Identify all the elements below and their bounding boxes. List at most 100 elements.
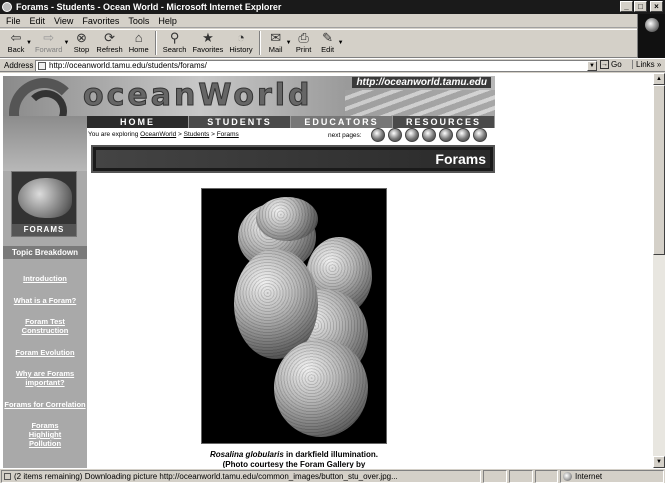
print-icon: ⎙	[298, 30, 309, 45]
topic-breakdown-heading: Topic Breakdown	[3, 246, 87, 259]
back-button[interactable]: ⇦ Back	[4, 30, 28, 57]
edit-button[interactable]: ✎ Edit	[316, 30, 340, 57]
status-progress-cell	[483, 470, 507, 483]
address-bar: Address http://oceanworld.tamu.edu/stude…	[0, 58, 665, 72]
foram-photo	[201, 188, 387, 444]
mail-button[interactable]: ✉ Mail	[264, 30, 288, 57]
stop-button[interactable]: ⊗ Stop	[69, 30, 93, 57]
history-icon: ◔	[237, 30, 245, 45]
go-arrow-icon: →	[600, 60, 609, 69]
header-url: http://oceanworld.tamu.edu	[352, 77, 491, 88]
foram-thumbnail-image	[18, 178, 72, 218]
sidebar-top-graphic	[3, 116, 87, 171]
menu-bar: File Edit View Favorites Tools Help	[0, 14, 665, 28]
scroll-thumb[interactable]	[653, 85, 665, 255]
browser-window: Forams - Students - Ocean World - Micros…	[0, 0, 665, 483]
maximize-button[interactable]: □	[634, 1, 647, 12]
toolbar-separator	[154, 31, 157, 55]
photo-caption: Rosalina globularis in darkfield illumin…	[201, 450, 387, 468]
title-bar: Forams - Students - Ocean World - Micros…	[0, 0, 665, 14]
home-icon: ⌂	[134, 30, 143, 45]
topic-link-evolution[interactable]: Foram Evolution	[3, 348, 87, 357]
caption-species: Rosalina globularis	[209, 450, 284, 459]
page-icon	[4, 473, 11, 480]
left-sidebar: FORAMS Topic Breakdown Introduction What…	[3, 116, 87, 468]
back-arrow-icon: ⇦	[10, 30, 22, 45]
refresh-button[interactable]: ⟳ Refresh	[93, 30, 125, 57]
breadcrumb-oceanworld[interactable]: OceanWorld	[140, 131, 176, 138]
status-bar: (2 items remaining) Downloading picture …	[0, 468, 665, 483]
toolbar-separator	[258, 31, 261, 55]
minimize-button[interactable]: _	[620, 1, 633, 12]
menu-tools[interactable]: Tools	[128, 16, 149, 26]
globe-icon	[645, 18, 659, 32]
vertical-scrollbar[interactable]: ▲ ▼	[653, 73, 665, 468]
topic-link-what-is-a-foram[interactable]: What is a Foram?	[3, 296, 87, 305]
nav-resources[interactable]: RESOURCES	[393, 116, 495, 128]
site-logo[interactable]: oceanWorld	[83, 79, 313, 112]
internet-zone-icon	[563, 472, 572, 481]
scroll-down-button[interactable]: ▼	[653, 456, 665, 468]
drop-icon[interactable]	[456, 128, 470, 142]
address-url: http://oceanworld.tamu.edu/students/fora…	[49, 61, 207, 70]
topic-link-correlation[interactable]: Forams for Correlation	[3, 400, 87, 409]
topic-link-why-important[interactable]: Why are Forams important?	[3, 369, 87, 387]
drop-icon[interactable]	[473, 128, 487, 142]
drop-icon[interactable]	[422, 128, 436, 142]
site-nav: HOME STUDENTS EDUCATORS RESOURCES	[87, 116, 495, 128]
breadcrumb: You are exploring OceanWorld > Students …	[88, 131, 239, 138]
menu-view[interactable]: View	[54, 16, 73, 26]
stop-icon: ⊗	[75, 30, 87, 45]
menu-file[interactable]: File	[6, 16, 21, 26]
caption-credit-suffix: by	[353, 460, 366, 468]
caption-credit-prefix: (Photo courtesy the	[222, 460, 300, 468]
links-button[interactable]: Links »	[632, 60, 661, 69]
topic-link-pollution[interactable]: Forams Highlight Pollution	[3, 421, 87, 448]
menu-help[interactable]: Help	[158, 16, 177, 26]
home-button[interactable]: ⌂ Home	[126, 30, 152, 57]
status-cell	[509, 470, 533, 483]
topic-link-introduction[interactable]: Introduction	[3, 274, 87, 283]
favorites-button[interactable]: ★ Favorites	[189, 30, 226, 57]
nav-students[interactable]: STUDENTS	[189, 116, 291, 128]
breadcrumb-students[interactable]: Students	[184, 131, 210, 138]
close-button[interactable]: ×	[650, 1, 663, 12]
print-button[interactable]: ⎙ Print	[292, 30, 316, 57]
mail-icon: ✉	[270, 30, 282, 45]
foram-chamber	[274, 339, 368, 437]
next-pages-label: next pages:	[328, 132, 362, 139]
breadcrumb-forams[interactable]: Forams	[217, 131, 239, 138]
nav-home[interactable]: HOME	[87, 116, 189, 128]
history-button[interactable]: ◔ History	[226, 30, 255, 57]
topic-link-test-construction[interactable]: Foram Test Construction	[3, 317, 87, 335]
foram-chamber	[256, 197, 318, 241]
next-pages-buttons	[371, 128, 487, 142]
nav-educators[interactable]: EDUCATORS	[291, 116, 393, 128]
breadcrumb-separator: >	[211, 131, 215, 138]
drop-icon[interactable]	[371, 128, 385, 142]
refresh-icon: ⟳	[104, 30, 115, 45]
search-button[interactable]: ⚲ Search	[160, 30, 190, 57]
address-input[interactable]: http://oceanworld.tamu.edu/students/fora…	[35, 60, 597, 72]
scroll-up-button[interactable]: ▲	[653, 73, 665, 85]
drop-icon[interactable]	[388, 128, 402, 142]
drop-icon[interactable]	[405, 128, 419, 142]
menu-edit[interactable]: Edit	[30, 16, 46, 26]
favorites-folder-icon: ★	[202, 30, 214, 45]
forward-button[interactable]: ⇨ Forward	[32, 30, 66, 57]
section-title: Forams	[96, 150, 490, 168]
forward-arrow-icon: ⇨	[43, 30, 55, 45]
address-dropdown-button[interactable]: ▼	[587, 61, 597, 71]
status-text: (2 items remaining) Downloading picture …	[1, 470, 481, 483]
section-title-bar: Forams	[91, 145, 495, 173]
go-button[interactable]: → Go	[600, 60, 622, 69]
ie-icon	[2, 2, 12, 12]
page-icon	[38, 62, 46, 70]
thumbnail-caption: FORAMS	[12, 224, 76, 236]
breadcrumb-prefix: You are exploring	[88, 131, 139, 138]
menu-favorites[interactable]: Favorites	[82, 16, 119, 26]
foram-gallery-link[interactable]: Foram Gallery	[300, 460, 354, 468]
header-wave-graphic	[345, 90, 495, 116]
drop-icon[interactable]	[439, 128, 453, 142]
page-viewport: oceanWorld http://oceanworld.tamu.edu FO…	[0, 73, 653, 468]
